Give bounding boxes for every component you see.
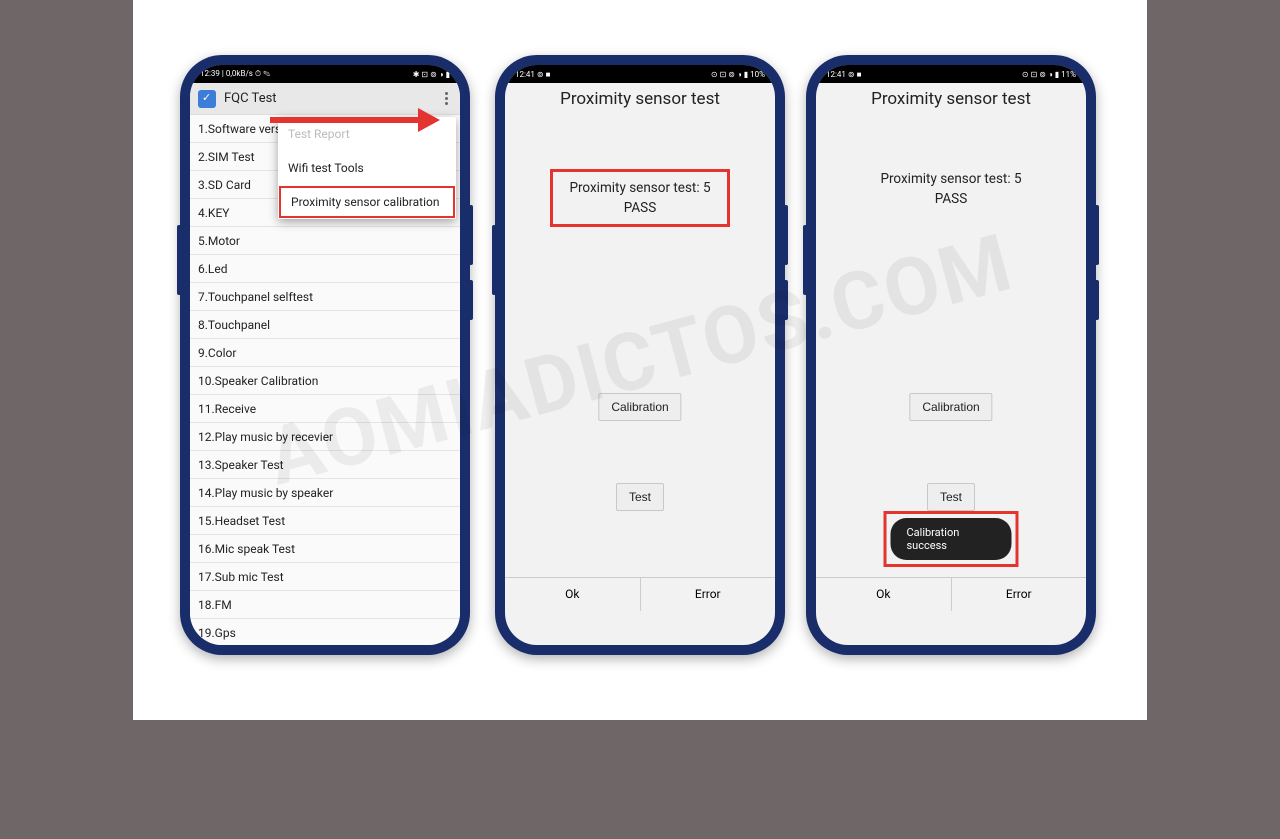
result-line-1: Proximity sensor test: 5	[557, 178, 723, 198]
phone-mockup-1: 12:39 | 0,0kB/s ⏱ ✎ ✱ ⊡ ⊚ ◑ ▮ FQC Test 1…	[180, 55, 470, 655]
phone-side-button	[1096, 280, 1099, 320]
test-button[interactable]: Test	[927, 483, 975, 511]
list-item[interactable]: 15.Headset Test	[190, 507, 460, 535]
phone-mockup-2: 12:41 ⊚ ■ ⊙ ⊡ ⊚ ◑ ▮ 10% Proximity sensor…	[495, 55, 785, 655]
toast-calibration-success: Calibration success	[891, 518, 1012, 560]
phone-side-button	[1096, 205, 1099, 265]
menu-item-wifi-tools[interactable]: Wifi test Tools	[278, 151, 456, 185]
notch	[600, 65, 680, 81]
notch	[285, 65, 365, 81]
status-right: ✱ ⊡ ⊚ ◑ ▮	[413, 70, 450, 79]
app-icon	[198, 90, 216, 108]
phone-side-button	[470, 280, 473, 320]
list-item[interactable]: 6.Led	[190, 255, 460, 283]
title-bar: FQC Test	[190, 83, 460, 115]
result-line-2: PASS	[816, 189, 1086, 209]
notch	[911, 65, 991, 81]
list-item[interactable]: 11.Receive	[190, 395, 460, 423]
calibration-button[interactable]: Calibration	[598, 393, 681, 421]
phone-side-button	[785, 280, 788, 320]
ok-button[interactable]: Ok	[816, 578, 952, 611]
list-item[interactable]: 9.Color	[190, 339, 460, 367]
footer-bar: Ok Error	[816, 577, 1086, 611]
screen-2: 12:41 ⊚ ■ ⊙ ⊡ ⊚ ◑ ▮ 10% Proximity sensor…	[505, 65, 775, 645]
page-title: Proximity sensor test	[505, 83, 775, 119]
status-left: 12:41 ⊚ ■	[515, 70, 550, 79]
calibration-button[interactable]: Calibration	[909, 393, 992, 421]
list-item[interactable]: 14.Play music by speaker	[190, 479, 460, 507]
toast-highlight: Calibration success	[884, 511, 1019, 567]
phone-side-button	[470, 205, 473, 265]
list-item[interactable]: 7.Touchpanel selftest	[190, 283, 460, 311]
error-button[interactable]: Error	[952, 578, 1087, 611]
menu-item-test-report: Test Report	[278, 117, 456, 151]
proximity-result: Proximity sensor test: 5 PASS	[550, 169, 730, 227]
phone-side-button	[803, 225, 806, 295]
status-left: 12:39 | 0,0kB/s ⏱ ✎	[200, 69, 270, 79]
status-left: 12:41 ⊚ ■	[826, 70, 861, 79]
result-line-2: PASS	[557, 198, 723, 218]
screen-3: 12:41 ⊚ ■ ⊙ ⊡ ⊚ ◑ ▮ 11% Proximity sensor…	[816, 65, 1086, 645]
list-item[interactable]: 16.Mic speak Test	[190, 535, 460, 563]
list-item[interactable]: 18.FM	[190, 591, 460, 619]
test-button[interactable]: Test	[616, 483, 664, 511]
result-line-1: Proximity sensor test: 5	[816, 169, 1086, 189]
ok-button[interactable]: Ok	[505, 578, 641, 611]
phone-mockup-3: 12:41 ⊚ ■ ⊙ ⊡ ⊚ ◑ ▮ 11% Proximity sensor…	[806, 55, 1096, 655]
phone-side-button	[177, 225, 180, 295]
proximity-result: Proximity sensor test: 5 PASS	[816, 169, 1086, 209]
menu-item-proximity-calibration[interactable]: Proximity sensor calibration	[279, 186, 455, 218]
list-item[interactable]: 5.Motor	[190, 227, 460, 255]
list-item[interactable]: 17.Sub mic Test	[190, 563, 460, 591]
list-item[interactable]: 8.Touchpanel	[190, 311, 460, 339]
phone-side-button	[785, 205, 788, 265]
list-item[interactable]: 12.Play music by recevier	[190, 423, 460, 451]
footer-bar: Ok Error	[505, 577, 775, 611]
phone-side-button	[492, 225, 495, 295]
status-right: ⊙ ⊡ ⊚ ◑ ▮ 10%	[711, 70, 765, 79]
error-button[interactable]: Error	[641, 578, 776, 611]
list-item[interactable]: 13.Speaker Test	[190, 451, 460, 479]
list-item[interactable]: 10.Speaker Calibration	[190, 367, 460, 395]
app-title: FQC Test	[224, 91, 440, 106]
screen-1: 12:39 | 0,0kB/s ⏱ ✎ ✱ ⊡ ⊚ ◑ ▮ FQC Test 1…	[190, 65, 460, 645]
list-item[interactable]: 19.Gps	[190, 619, 460, 645]
status-right: ⊙ ⊡ ⊚ ◑ ▮ 11%	[1022, 70, 1076, 79]
page-title: Proximity sensor test	[816, 83, 1086, 119]
proximity-test-screen: Proximity sensor test Proximity sensor t…	[816, 83, 1086, 611]
proximity-test-screen: Proximity sensor test Proximity sensor t…	[505, 83, 775, 611]
overflow-menu-icon[interactable]	[440, 90, 452, 108]
overflow-menu: Test Report Wifi test Tools Proximity se…	[278, 117, 456, 219]
